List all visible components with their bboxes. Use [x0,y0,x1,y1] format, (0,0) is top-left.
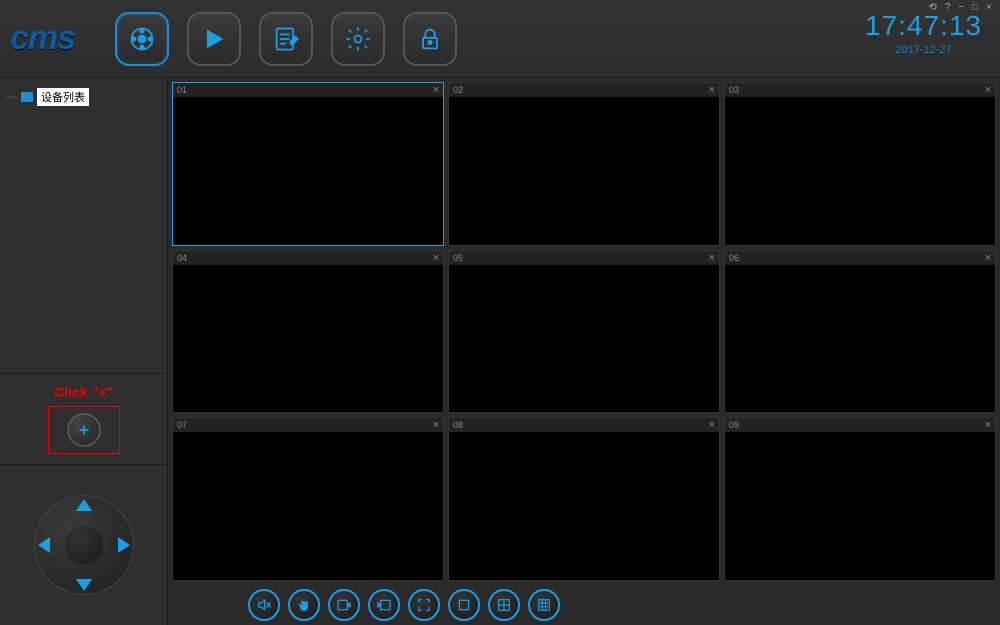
play-button[interactable] [187,12,241,66]
cell-close-button[interactable]: × [985,419,991,431]
cell-id-label: 01 [177,85,187,95]
cell-close-button[interactable]: × [709,252,715,264]
fullscreen-button[interactable] [408,589,440,621]
cell-header: 09 × [725,418,995,432]
ptz-center-button[interactable] [65,526,103,564]
hand-icon [296,597,312,613]
cell-id-label: 05 [453,253,463,263]
cell-header: 01 × [173,83,443,97]
layout-1-icon [456,597,472,613]
cell-close-button[interactable]: × [433,419,439,431]
edit-button[interactable] [259,12,313,66]
ptz-up-button[interactable] [76,499,92,511]
clock-date: 2017-12-27 [865,44,982,56]
video-cell-09[interactable]: 09 × [724,417,996,581]
content: 01 × 02 × 03 × 04 × 05 × 06 × 07 × 08 × 09 × [168,78,1000,625]
cell-header: 08 × [449,418,719,432]
hint-box [48,406,120,454]
cell-id-label: 02 [453,85,463,95]
cell-close-button[interactable]: × [709,84,715,96]
cell-header: 06 × [725,251,995,265]
capture-out-icon [376,597,392,613]
main: — 设备列表 Click "+" [0,78,1000,625]
cell-id-label: 03 [729,85,739,95]
tree-root[interactable]: — 设备列表 [6,88,161,106]
cell-close-button[interactable]: × [985,84,991,96]
layout-9-button[interactable] [528,589,560,621]
device-tree: — 设备列表 [0,78,167,374]
video-cell-05[interactable]: 05 × [448,250,720,414]
hand-button[interactable] [288,589,320,621]
ptz-left-button[interactable] [38,537,50,553]
add-device-button[interactable] [67,413,101,447]
record-icon [128,25,156,53]
tree-root-label: 设备列表 [37,88,89,106]
clock: 17:47:13 2017-12-27 [865,10,982,56]
fullscreen-icon [416,597,432,613]
cell-close-button[interactable]: × [985,252,991,264]
cell-id-label: 04 [177,253,187,263]
cell-close-button[interactable]: × [433,252,439,264]
cell-header: 05 × [449,251,719,265]
bottom-toolbar [168,585,1000,625]
edit-icon [272,25,300,53]
header: cms ⟲ ? − □ × 17:47:13 2017-12-27 [0,0,1000,78]
header-toolbar [115,12,457,66]
clock-time: 17:47:13 [865,10,982,42]
folder-icon [21,92,33,102]
cell-id-label: 08 [453,420,463,430]
plus-icon [76,422,92,438]
video-cell-02[interactable]: 02 × [448,82,720,246]
capture-in-icon [336,597,352,613]
settings-icon [344,25,372,53]
cell-id-label: 09 [729,420,739,430]
cell-close-button[interactable]: × [709,419,715,431]
play-icon [200,25,228,53]
capture-in-button[interactable] [328,589,360,621]
cell-header: 07 × [173,418,443,432]
cell-header: 02 × [449,83,719,97]
sidebar: — 设备列表 Click "+" [0,78,168,625]
video-cell-01[interactable]: 01 × [172,82,444,246]
capture-out-button[interactable] [368,589,400,621]
cell-header: 04 × [173,251,443,265]
video-cell-08[interactable]: 08 × [448,417,720,581]
close-window-button[interactable]: × [984,2,994,13]
hint-area: Click "+" [0,374,167,465]
settings-button[interactable] [331,12,385,66]
layout-4-icon [496,597,512,613]
cell-header: 03 × [725,83,995,97]
lock-button[interactable] [403,12,457,66]
layout-9-icon [536,597,552,613]
record-button[interactable] [115,12,169,66]
ptz-pad [24,485,144,605]
cell-id-label: 07 [177,420,187,430]
tree-expand-icon: — [6,91,17,103]
lock-icon [416,25,444,53]
video-cell-04[interactable]: 04 × [172,250,444,414]
layout-4-button[interactable] [488,589,520,621]
ptz-right-button[interactable] [118,537,130,553]
video-cell-06[interactable]: 06 × [724,250,996,414]
video-cell-07[interactable]: 07 × [172,417,444,581]
layout-1-button[interactable] [448,589,480,621]
cell-close-button[interactable]: × [433,84,439,96]
video-cell-03[interactable]: 03 × [724,82,996,246]
ptz-control [0,465,167,625]
cell-id-label: 06 [729,253,739,263]
mute-icon [256,597,272,613]
hint-text: Click "+" [10,384,157,400]
video-grid: 01 × 02 × 03 × 04 × 05 × 06 × 07 × 08 × 09 × [168,78,1000,585]
mute-button[interactable] [248,589,280,621]
app-logo: cms [10,19,75,58]
ptz-down-button[interactable] [76,579,92,591]
